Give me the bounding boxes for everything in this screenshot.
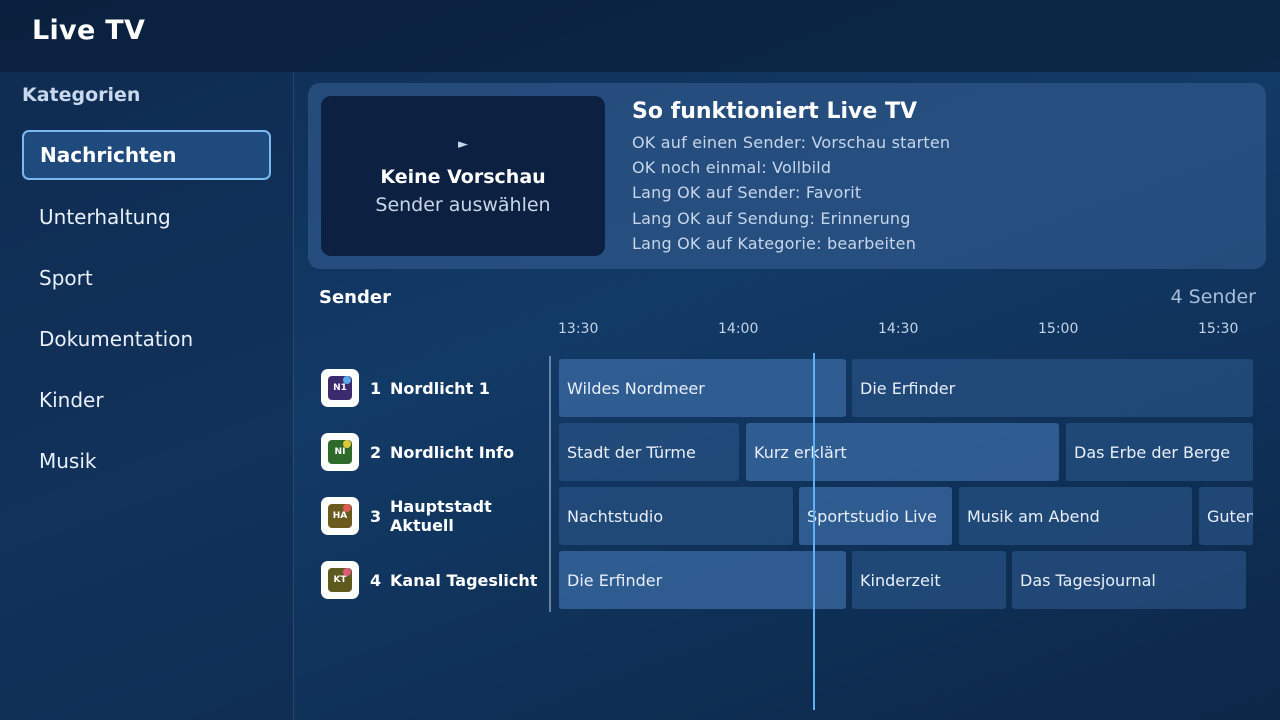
help-line: Lang OK auf Kategorie: bearbeiten bbox=[632, 234, 917, 253]
help-line: OK noch einmal: Vollbild bbox=[632, 158, 832, 177]
category-item-nachrichten[interactable]: Nachrichten bbox=[22, 130, 271, 180]
channel-number: 4 bbox=[370, 570, 382, 590]
channel-logo-dot bbox=[343, 376, 351, 384]
program-cell[interactable]: Nachtstudio bbox=[559, 487, 793, 545]
channel-logo-dot bbox=[343, 568, 351, 576]
channel-name: Nordlicht 1 bbox=[390, 378, 490, 398]
program-title: Kinderzeit bbox=[860, 570, 941, 590]
program-title: Die Erfinder bbox=[567, 570, 663, 590]
channel-number: 2 bbox=[370, 442, 382, 462]
program-title: Stadt der Türme bbox=[567, 442, 696, 462]
channel-row[interactable]: NI 2 Nordlicht Info bbox=[321, 433, 546, 471]
category-item-dokumentation[interactable]: Dokumentation bbox=[22, 314, 271, 364]
category-item-musik[interactable]: Musik bbox=[22, 436, 271, 486]
channel-row[interactable]: KT 4 Kanal Tageslicht bbox=[321, 561, 546, 599]
program-title: Nachtstudio bbox=[567, 506, 664, 526]
channel-logo: NI bbox=[321, 433, 359, 471]
program-title: Sportstudio Live bbox=[807, 506, 937, 526]
program-cell[interactable]: Kinderzeit bbox=[852, 551, 1006, 609]
sidebar-heading: Kategorien bbox=[22, 84, 141, 106]
top-bar: Live TV bbox=[0, 0, 1280, 72]
channel-name: Nordlicht Info bbox=[390, 442, 515, 462]
time-tick: 13:30 bbox=[558, 321, 599, 337]
program-title: Musik am Abend bbox=[967, 506, 1100, 526]
current-time-indicator bbox=[813, 353, 815, 710]
category-label: Sport bbox=[39, 266, 93, 290]
preview-subtitle: Sender auswählen bbox=[375, 193, 551, 216]
program-cell[interactable]: Kurz erklärt bbox=[746, 423, 1059, 481]
time-tick: 14:00 bbox=[718, 321, 759, 337]
program-cell[interactable]: Guten bbox=[1199, 487, 1253, 545]
section-label-sender: Sender bbox=[319, 287, 391, 308]
category-label: Musik bbox=[39, 449, 97, 473]
channel-count: 4 Sender bbox=[1170, 286, 1256, 308]
time-tick: 15:00 bbox=[1038, 321, 1079, 337]
channel-row[interactable]: HA 3 Hauptstadt Aktuell bbox=[321, 497, 546, 535]
time-tick: 14:30 bbox=[878, 321, 919, 337]
program-cell[interactable]: Sportstudio Live bbox=[799, 487, 952, 545]
guide-divider bbox=[549, 356, 551, 612]
program-cell[interactable]: Die Erfinder bbox=[559, 551, 846, 609]
channel-row[interactable]: N1 1 Nordlicht 1 bbox=[321, 369, 546, 407]
channel-number: 1 bbox=[370, 378, 382, 398]
category-item-unterhaltung[interactable]: Unterhaltung bbox=[22, 192, 271, 242]
program-cell[interactable]: Musik am Abend bbox=[959, 487, 1192, 545]
channel-logo: HA bbox=[321, 497, 359, 535]
channel-logo-dot bbox=[343, 440, 351, 448]
channel-logo: N1 bbox=[321, 369, 359, 407]
time-tick: 15:30 bbox=[1198, 321, 1239, 337]
category-label: Dokumentation bbox=[39, 327, 194, 351]
program-cell[interactable]: Das Tagesjournal bbox=[1012, 551, 1246, 609]
program-title: Die Erfinder bbox=[860, 378, 956, 398]
help-title: So funktioniert Live TV bbox=[632, 99, 917, 124]
channel-logo-dot bbox=[343, 504, 351, 512]
category-item-sport[interactable]: Sport bbox=[22, 253, 271, 303]
program-title: Das Tagesjournal bbox=[1020, 570, 1156, 590]
info-card: ► Keine Vorschau Sender auswählen So fun… bbox=[308, 83, 1266, 269]
play-icon: ► bbox=[458, 136, 468, 152]
help-line: Lang OK auf Sendung: Erinnerung bbox=[632, 209, 911, 228]
channel-logo: KT bbox=[321, 561, 359, 599]
category-sidebar: Kategorien Nachrichten Unterhaltung Spor… bbox=[0, 72, 294, 720]
program-cell[interactable]: Die Erfinder bbox=[852, 359, 1253, 417]
program-cell[interactable]: Das Erbe der Berge bbox=[1066, 423, 1253, 481]
channel-name: Hauptstadt Aktuell bbox=[390, 497, 492, 535]
program-title: Guten bbox=[1207, 506, 1253, 526]
category-label: Unterhaltung bbox=[39, 205, 171, 229]
app-title: Live TV bbox=[32, 15, 146, 46]
help-line: Lang OK auf Sender: Favorit bbox=[632, 183, 862, 202]
preview-box[interactable]: ► Keine Vorschau Sender auswählen bbox=[321, 96, 605, 256]
program-title: Das Erbe der Berge bbox=[1074, 442, 1231, 462]
category-label: Kinder bbox=[39, 388, 104, 412]
help-line: OK auf einen Sender: Vorschau starten bbox=[632, 133, 951, 152]
program-title: Kurz erklärt bbox=[754, 442, 847, 462]
channel-number: 3 bbox=[370, 506, 382, 526]
program-cell[interactable]: Wildes Nordmeer bbox=[559, 359, 846, 417]
program-title: Wildes Nordmeer bbox=[567, 378, 705, 398]
category-label: Nachrichten bbox=[40, 143, 177, 167]
preview-title: Keine Vorschau bbox=[380, 165, 546, 188]
channel-name: Kanal Tageslicht bbox=[390, 570, 538, 590]
program-cell[interactable]: Stadt der Türme bbox=[559, 423, 739, 481]
category-item-kinder[interactable]: Kinder bbox=[22, 375, 271, 425]
